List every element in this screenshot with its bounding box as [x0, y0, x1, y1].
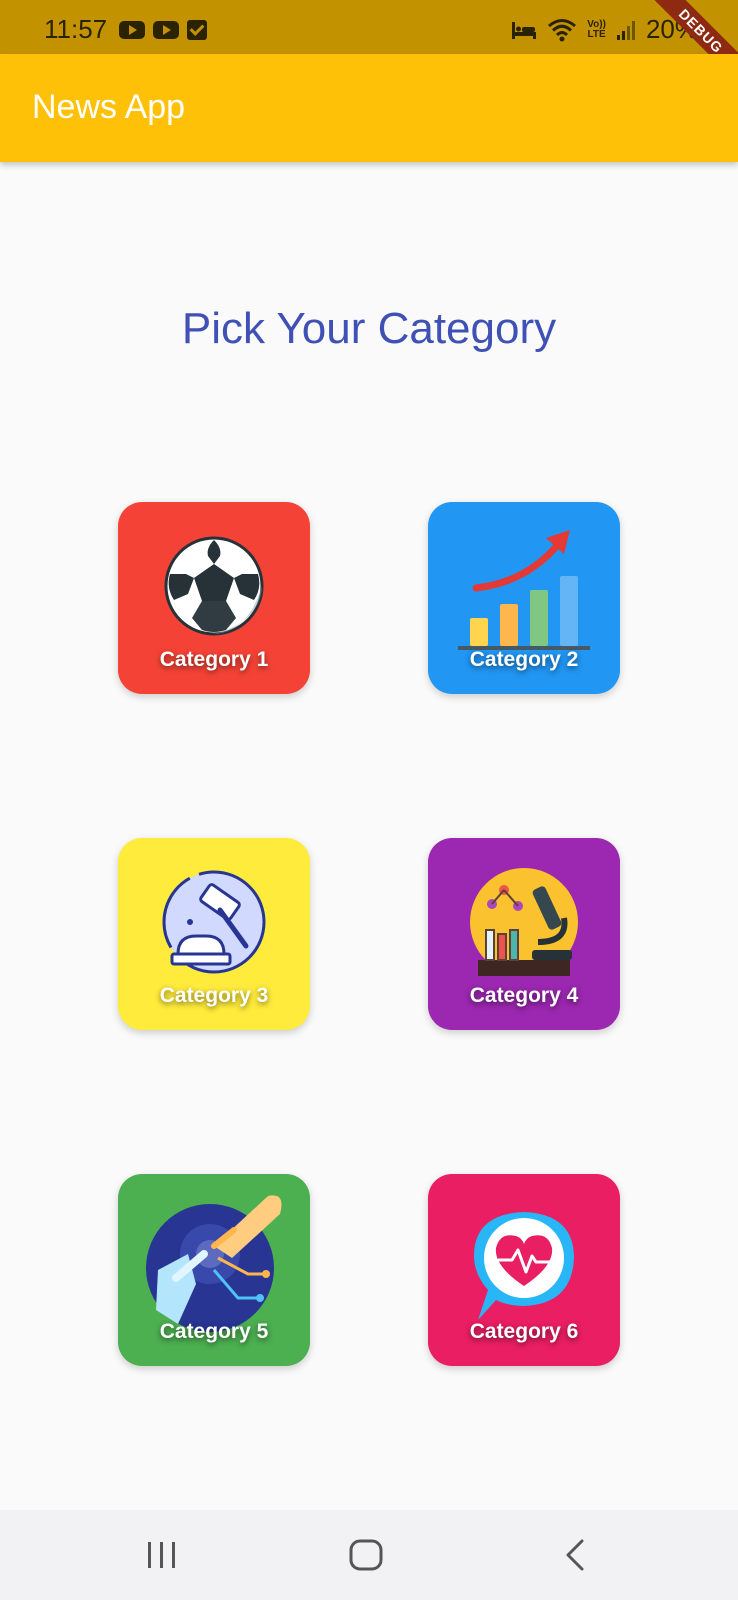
category-label: Category 2	[469, 648, 579, 671]
app-bar: News App	[0, 54, 738, 162]
category-tile-4[interactable]: Category 4	[428, 838, 620, 1030]
status-bar: 11:57 Vo)) LTE 20% DEBUG	[0, 0, 738, 92]
youtube-icon	[153, 20, 180, 39]
youtube-icon	[119, 20, 146, 39]
category-label: Category 3	[159, 984, 269, 1007]
bed-icon	[512, 21, 537, 39]
status-right: Vo)) LTE 20%	[511, 14, 698, 45]
category-label: Category 5	[159, 1320, 269, 1343]
category-label: Category 1	[159, 648, 269, 671]
recent-apps-icon[interactable]	[142, 1538, 182, 1572]
category-tile-1[interactable]: Category 1	[118, 502, 310, 694]
category-tile-2[interactable]: Category 2	[428, 502, 620, 694]
lte-icon: Vo)) LTE	[587, 18, 606, 40]
lte-bottom-label: LTE	[587, 28, 606, 40]
checkbox-icon	[187, 19, 208, 40]
home-icon[interactable]	[346, 1538, 386, 1572]
category-tile-5[interactable]: Category 5	[118, 1174, 310, 1366]
system-nav-bar	[0, 1510, 738, 1600]
status-left: 11:57	[44, 14, 208, 45]
lte-top-label: Vo))	[587, 18, 606, 30]
wifi-icon	[548, 18, 577, 41]
category-label: Category 6	[469, 1320, 579, 1343]
category-tile-6[interactable]: Category 6	[428, 1174, 620, 1366]
back-icon[interactable]	[556, 1538, 596, 1572]
signal-icon	[616, 20, 635, 40]
status-time: 11:57	[44, 14, 108, 44]
category-label: Category 4	[469, 984, 579, 1007]
category-tile-3[interactable]: Category 3	[118, 838, 310, 1030]
page-title: Pick Your Category	[181, 304, 557, 353]
app-title: News App	[32, 88, 186, 126]
